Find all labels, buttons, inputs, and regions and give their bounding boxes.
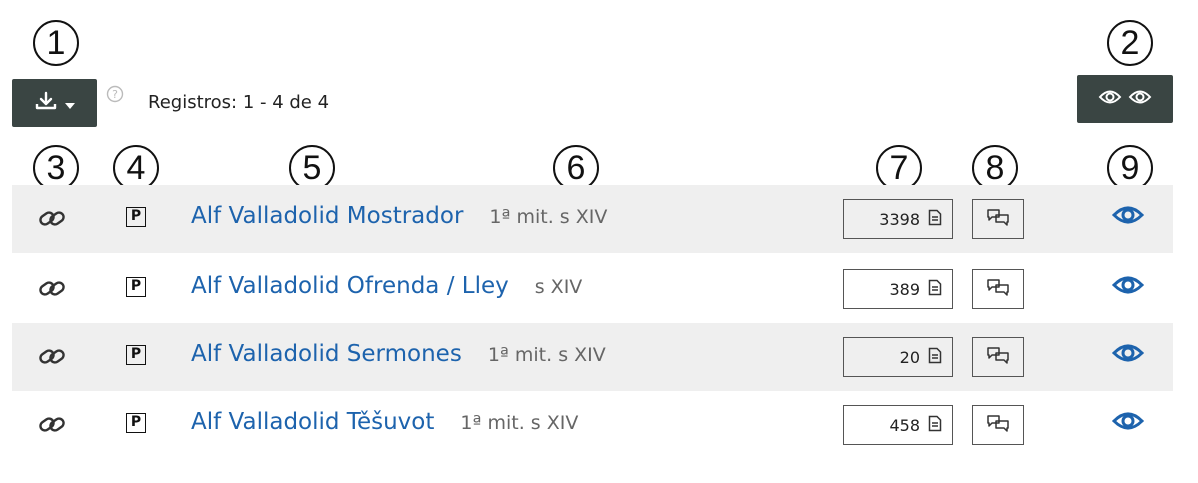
record-title-link[interactable]: Alf Valladolid Těšuvot 1ª mit. s XIV [191, 409, 578, 435]
type-badge: P [126, 413, 146, 433]
document-count: 389 [889, 279, 920, 299]
view-eye-icon[interactable] [1111, 273, 1145, 301]
table-row: P Alf Valladolid Sermones 1ª mit. s XIV 2… [12, 323, 1173, 391]
record-title-link[interactable]: Alf Valladolid Sermones 1ª mit. s XIV [191, 341, 606, 367]
download-icon [35, 91, 57, 115]
view-eye-icon[interactable] [1111, 409, 1145, 437]
record-title[interactable]: Alf Valladolid Těšuvot [191, 409, 434, 435]
help-circle-icon[interactable]: ? [106, 85, 124, 107]
record-date: s XIV [534, 276, 583, 298]
comments-icon [985, 413, 1011, 437]
record-title-link[interactable]: Alf Valladolid Ofrenda / Lley s XIV [191, 273, 582, 299]
document-count-button[interactable]: 3398 [843, 199, 953, 239]
eye-icon [1098, 88, 1122, 110]
table-row: P Alf Valladolid Těšuvot 1ª mit. s XIV 45… [12, 391, 1173, 459]
link-icon[interactable] [38, 208, 66, 234]
record-title-link[interactable]: Alf Valladolid Mostrador 1ª mit. s XIV [191, 203, 607, 229]
download-button[interactable] [12, 79, 97, 127]
record-date: 1ª mit. s XIV [460, 412, 579, 434]
comments-button[interactable] [972, 269, 1024, 309]
comments-button[interactable] [972, 199, 1024, 239]
record-date: 1ª mit. s XIV [489, 206, 608, 228]
view-eye-icon[interactable] [1111, 341, 1145, 369]
record-date: 1ª mit. s XIV [487, 344, 606, 366]
document-count: 458 [889, 415, 920, 435]
view-eye-icon[interactable] [1111, 203, 1145, 231]
callout-2: 2 [1107, 20, 1153, 66]
callout-1: 1 [33, 20, 79, 66]
document-count: 20 [899, 347, 920, 367]
comments-icon [985, 277, 1011, 301]
type-badge: P [126, 207, 146, 227]
link-icon[interactable] [38, 414, 66, 440]
link-icon[interactable] [38, 346, 66, 372]
document-count: 3398 [879, 209, 920, 229]
comments-icon [985, 345, 1011, 369]
document-icon [928, 279, 942, 300]
record-title[interactable]: Alf Valladolid Ofrenda / Lley [191, 273, 509, 299]
document-icon [928, 209, 942, 230]
record-title[interactable]: Alf Valladolid Mostrador [191, 203, 463, 229]
document-icon [928, 415, 942, 436]
svg-text:?: ? [112, 88, 118, 101]
records-count: Registros: 1 - 4 de 4 [148, 92, 330, 113]
type-badge: P [126, 277, 146, 297]
record-title[interactable]: Alf Valladolid Sermones [191, 341, 462, 367]
table-row: P Alf Valladolid Ofrenda / Lley s XIV 389 [12, 255, 1173, 323]
eye-icon [1128, 88, 1152, 110]
table-row: P Alf Valladolid Mostrador 1ª mit. s XIV … [12, 185, 1173, 253]
document-count-button[interactable]: 20 [843, 337, 953, 377]
comments-button[interactable] [972, 405, 1024, 445]
comments-button[interactable] [972, 337, 1024, 377]
document-count-button[interactable]: 389 [843, 269, 953, 309]
type-badge: P [126, 345, 146, 365]
link-icon[interactable] [38, 278, 66, 304]
comments-icon [985, 207, 1011, 231]
document-icon [928, 347, 942, 368]
view-all-button[interactable] [1077, 75, 1173, 123]
caret-down-icon [64, 94, 75, 113]
document-count-button[interactable]: 458 [843, 405, 953, 445]
